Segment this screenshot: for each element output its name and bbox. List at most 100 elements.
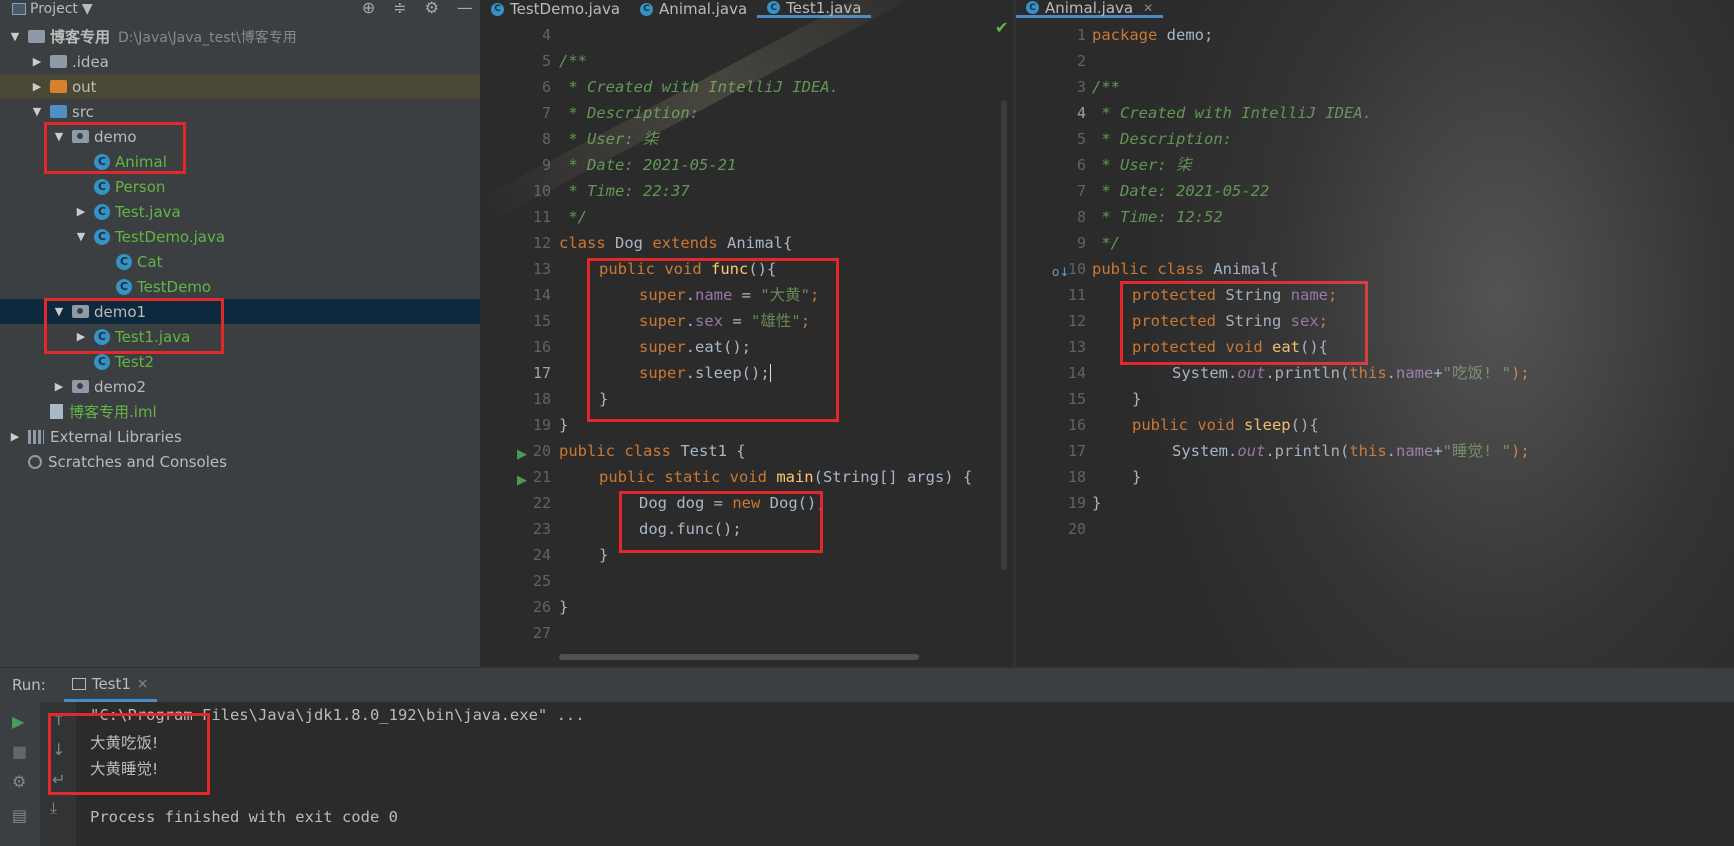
chevron-down-icon[interactable]: ▼	[52, 305, 66, 318]
code-token: .	[1386, 442, 1396, 460]
code-line[interactable]: /**	[559, 48, 587, 74]
vertical-scrollbar[interactable]	[1001, 100, 1007, 570]
code-line[interactable]: System.out.println(this.name+"吃饭! ");	[1172, 360, 1530, 386]
tree-item-external-libraries[interactable]: ▶ External Libraries	[0, 424, 480, 449]
tree-item-demo1[interactable]: ▼ demo1	[0, 299, 480, 324]
code-line[interactable]: class Dog extends Animal{	[559, 230, 792, 256]
code-line[interactable]: protected String sex;	[1132, 308, 1328, 334]
code-line[interactable]: Dog dog = new Dog();	[639, 490, 826, 516]
rerun-icon[interactable]: ▶	[12, 712, 24, 731]
chevron-down-icon[interactable]: ▼	[74, 230, 88, 243]
settings-icon[interactable]: ⚙	[12, 772, 26, 791]
tree-item-test-java[interactable]: ▶ C Test.java	[0, 199, 480, 224]
run-gutter-icon[interactable]: ▶	[517, 447, 527, 462]
code-line[interactable]: * Description:	[1092, 126, 1232, 152]
tab-testdemo-java[interactable]: C TestDemo.java	[481, 0, 630, 18]
code-line[interactable]: * Created with IntelliJ IDEA.	[559, 74, 839, 100]
code-line[interactable]: }	[1092, 490, 1101, 516]
code-line[interactable]: }	[559, 594, 568, 620]
tree-item-demo[interactable]: ▼ demo	[0, 124, 480, 149]
tree-item-person[interactable]: C Person	[0, 174, 480, 199]
code-line[interactable]: * Time: 22:37	[559, 178, 689, 204]
chevron-right-icon[interactable]: ▶	[30, 80, 44, 93]
code-line[interactable]: * Date: 2021-05-21	[559, 152, 736, 178]
code-line[interactable]: }	[599, 386, 608, 412]
code-line[interactable]: /**	[1092, 74, 1120, 100]
chevron-right-icon[interactable]: ▶	[74, 205, 88, 218]
code-line[interactable]: public void sleep(){	[1132, 412, 1319, 438]
code-line[interactable]: super.sex = "雄性";	[639, 308, 810, 334]
tree-item-test2[interactable]: C Test2	[0, 349, 480, 374]
chevron-down-icon[interactable]: ▼	[52, 130, 66, 143]
code-line[interactable]: super.sleep();	[639, 360, 781, 386]
code-line[interactable]: public class Test1 {	[559, 438, 746, 464]
console-line[interactable]: 大黄睡觉!	[90, 757, 158, 779]
code-line[interactable]: System.out.println(this.name+"睡觉! ");	[1172, 438, 1530, 464]
tree-item-idea[interactable]: ▶ .idea	[0, 49, 480, 74]
code-line[interactable]: */	[559, 204, 587, 230]
chevron-right-icon[interactable]: ▶	[74, 330, 88, 343]
code-line[interactable]: super.eat();	[639, 334, 751, 360]
code-line[interactable]: * Date: 2021-05-22	[1092, 178, 1269, 204]
layout-icon[interactable]: ▤	[12, 806, 27, 825]
tab-animal-java[interactable]: C Animal.java	[630, 0, 757, 18]
chevron-right-icon[interactable]: ▶	[30, 55, 44, 68]
tree-item-root[interactable]: ▼ 博客专用 D:\Java\Java_test\博客专用	[0, 24, 480, 49]
tree-item-testdemo-java[interactable]: ▼ C TestDemo.java	[0, 224, 480, 249]
locate-icon[interactable]: ⊕	[362, 0, 375, 17]
code-line[interactable]: public void func(){	[599, 256, 776, 282]
console-line[interactable]: Process finished with exit code 0	[90, 808, 398, 826]
code-line[interactable]: */	[1092, 230, 1120, 256]
run-tab-test1[interactable]: Test1 ×	[63, 668, 157, 702]
code-line[interactable]: protected String name;	[1132, 282, 1337, 308]
code-line[interactable]: }	[1132, 464, 1141, 490]
code-line[interactable]: * Time: 12:52	[1092, 204, 1222, 230]
arrow-down-icon[interactable]: ↓	[52, 740, 65, 759]
tree-item-out[interactable]: ▶ out	[0, 74, 480, 99]
tab-animal-java-right[interactable]: C Animal.java ✕	[1016, 0, 1164, 18]
code-line[interactable]: * Created with IntelliJ IDEA.	[1092, 100, 1372, 126]
code-line[interactable]: * User: 柒	[1092, 152, 1191, 178]
tree-item-demo2[interactable]: ▶ demo2	[0, 374, 480, 399]
tree-item-animal[interactable]: C Animal	[0, 149, 480, 174]
soft-wrap-icon[interactable]: ↵	[52, 770, 65, 789]
horizontal-scrollbar[interactable]	[559, 654, 919, 660]
arrow-up-icon[interactable]: ↑	[52, 710, 65, 729]
tree-item-scratches[interactable]: Scratches and Consoles	[0, 449, 480, 474]
console-line[interactable]: 大黄吃饭!	[90, 731, 158, 753]
tree-item-test1-java[interactable]: ▶ C Test1.java	[0, 324, 480, 349]
collapse-icon[interactable]: ≑	[393, 0, 406, 17]
code-line[interactable]: * User: 柒	[559, 126, 658, 152]
gear-icon[interactable]: ⚙	[425, 0, 439, 17]
stop-icon[interactable]: ■	[12, 742, 27, 761]
code-line[interactable]: }	[599, 542, 608, 568]
chevron-down-icon[interactable]: ▼	[8, 30, 22, 43]
hide-icon[interactable]: —	[457, 0, 473, 17]
code-line[interactable]: dog.func();	[639, 516, 742, 542]
tree-item-testdemo[interactable]: C TestDemo	[0, 274, 480, 299]
close-icon[interactable]: ×	[137, 676, 149, 692]
tree-item-cat[interactable]: C Cat	[0, 249, 480, 274]
code-line[interactable]: protected void eat(){	[1132, 334, 1328, 360]
code-line[interactable]: super.name = "大黄";	[639, 282, 819, 308]
tree-item-src[interactable]: ▼ src	[0, 99, 480, 124]
scroll-to-end-icon[interactable]: ⤓	[50, 798, 57, 818]
chevron-down-icon[interactable]: ▼	[30, 105, 44, 118]
chevron-right-icon[interactable]: ▶	[52, 380, 66, 393]
code-line[interactable]: }	[1132, 386, 1141, 412]
implemented-gutter-icon[interactable]: o↓	[1052, 265, 1069, 279]
line-number: 12	[1067, 312, 1086, 330]
code-line[interactable]: package demo;	[1092, 22, 1213, 48]
code-line[interactable]: }	[559, 412, 568, 438]
run-gutter-icon[interactable]: ▶	[517, 473, 527, 488]
tree-item-iml[interactable]: 博客专用.iml	[0, 399, 480, 424]
line-number: 20	[1067, 520, 1086, 538]
close-icon[interactable]: ✕	[1143, 1, 1153, 15]
tab-test1-java[interactable]: C Test1.java	[757, 0, 872, 18]
chevron-right-icon[interactable]: ▶	[8, 430, 22, 443]
project-view-selector[interactable]: Project ▼	[0, 1, 93, 17]
code-line[interactable]: public class Animal{	[1092, 256, 1279, 282]
code-line[interactable]: public static void main(String[] args) {	[599, 464, 972, 490]
code-line[interactable]: * Description:	[559, 100, 699, 126]
console-line[interactable]: "C:\Program Files\Java\jdk1.8.0_192\bin\…	[90, 706, 585, 724]
